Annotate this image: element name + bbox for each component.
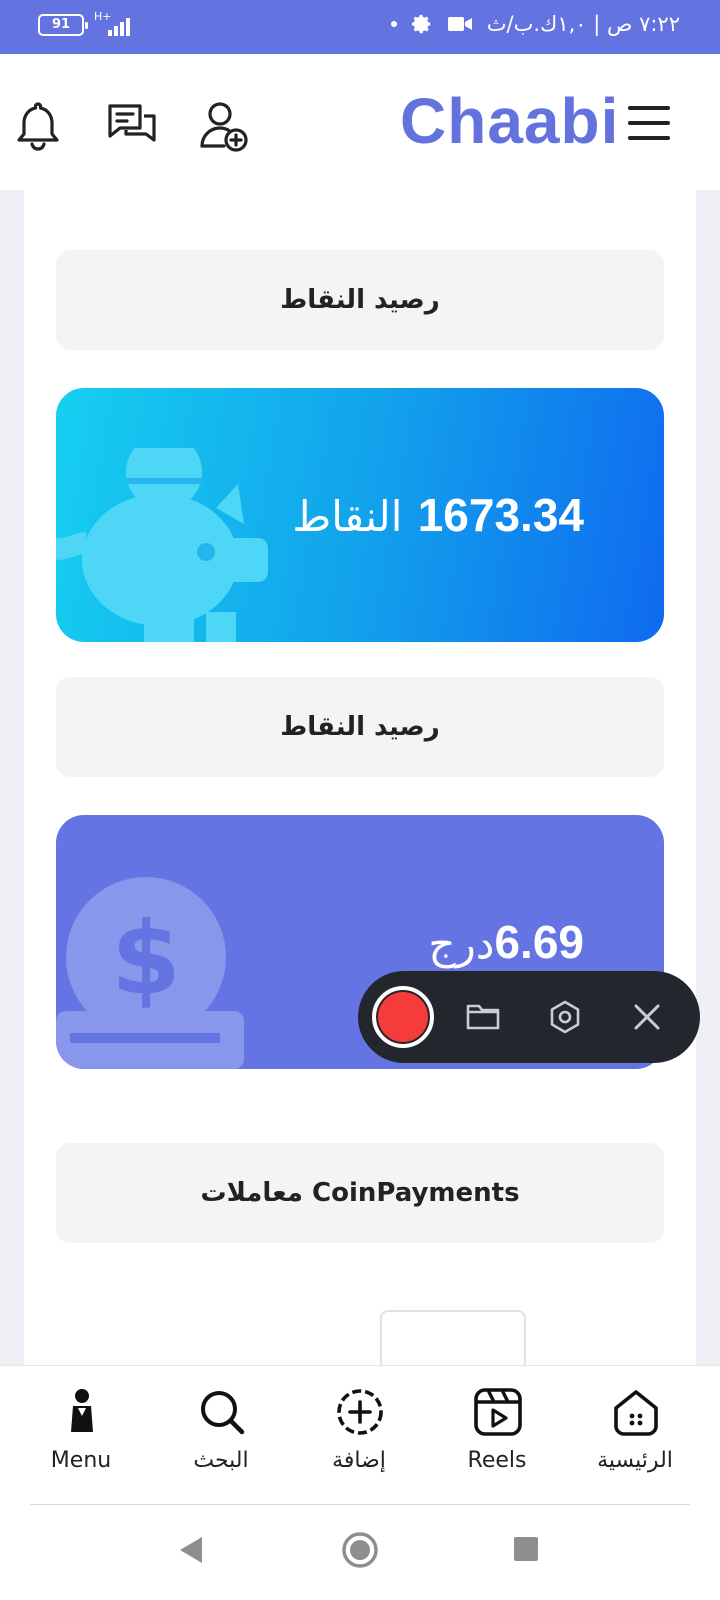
bell-icon[interactable] (10, 98, 66, 154)
nav-item-reels[interactable]: Reels (432, 1366, 562, 1506)
nav-label-reels: Reels (467, 1448, 527, 1473)
battery-level: 91 (51, 17, 71, 32)
home-icon (614, 1390, 658, 1436)
nav-item-add[interactable]: إضافة (294, 1366, 424, 1506)
nav-item-search[interactable]: البحث (156, 1366, 286, 1506)
money-balance-value: 6.69درج (428, 915, 584, 969)
coinpayments-transactions[interactable]: معاملات CoinPayments (56, 1143, 664, 1243)
search-icon (201, 1391, 245, 1435)
battery-icon: 91 (38, 14, 88, 36)
points-amount: 1673.34 (417, 489, 584, 541)
signal-icon: H+ (94, 10, 136, 36)
money-unit: درج (428, 919, 495, 968)
partial-button[interactable] (380, 1310, 526, 1370)
points-balance-header: رصيد النقاط (56, 250, 664, 350)
add-circle-icon (337, 1389, 383, 1435)
nav-label-menu: Menu (50, 1448, 112, 1473)
screen-recorder-widget[interactable] (358, 971, 700, 1063)
settings-icon[interactable] (546, 998, 584, 1036)
svg-text:$: $ (111, 900, 181, 1017)
notification-dot-icon (390, 21, 397, 27)
reels-icon (474, 1388, 522, 1436)
home-circle-icon[interactable] (340, 1530, 380, 1570)
app-header: Chaabi (0, 54, 720, 190)
transactions-title: معاملات CoinPayments (200, 1178, 520, 1208)
status-left: 91 H+ (38, 10, 136, 36)
folder-icon[interactable] (464, 998, 502, 1036)
nav-label-search: البحث (193, 1448, 249, 1473)
points-unit: النقاط (292, 492, 403, 541)
recents-icon[interactable] (512, 1535, 540, 1563)
main-panel: رصيد النقاط 1673.34 النقاط رصيد النقاط $… (24, 190, 696, 1370)
back-icon[interactable] (176, 1533, 206, 1567)
system-navigation (0, 1505, 720, 1600)
record-icon[interactable] (372, 986, 434, 1048)
network-type: H+ (94, 10, 112, 23)
brand-logo[interactable]: Chaabi (400, 84, 619, 158)
nav-item-menu[interactable]: Menu (16, 1366, 146, 1506)
nav-label-add: إضافة (332, 1448, 386, 1473)
points-balance-value: 1673.34 النقاط (284, 488, 584, 542)
points-balance-title: رصيد النقاط (280, 285, 440, 315)
dollar-coin-icon: $ (56, 877, 244, 1069)
menu-icon[interactable] (628, 106, 670, 140)
points-balance-header-2: رصيد النقاط (56, 677, 664, 777)
close-icon[interactable] (628, 998, 666, 1036)
chat-icon[interactable] (104, 98, 160, 154)
video-camera-icon (447, 17, 472, 31)
content-area: رصيد النقاط 1673.34 النقاط رصيد النقاط $… (0, 190, 720, 1370)
piggy-bank-icon (56, 448, 268, 642)
gear-icon (411, 14, 430, 34)
points-balance-card: 1673.34 النقاط (56, 388, 664, 642)
money-amount: 6.69 (494, 916, 584, 968)
bottom-navigation: Menu البحث إضافة Reels الرئيسية (0, 1365, 720, 1505)
user-icon (71, 1389, 93, 1432)
status-right: ٧:٢٢ ص | ١,٠ك.ب/ث (390, 12, 680, 36)
status-time: ٧:٢٢ ص | ١,٠ك.ب/ث (486, 12, 680, 36)
nav-item-home[interactable]: الرئيسية (570, 1366, 700, 1506)
points-balance-title-2: رصيد النقاط (280, 712, 440, 742)
nav-label-home: الرئيسية (597, 1448, 673, 1473)
status-bar: 91 H+ ٧:٢٢ ص | ١,٠ك.ب/ث (0, 0, 720, 54)
add-user-icon[interactable] (196, 98, 252, 154)
